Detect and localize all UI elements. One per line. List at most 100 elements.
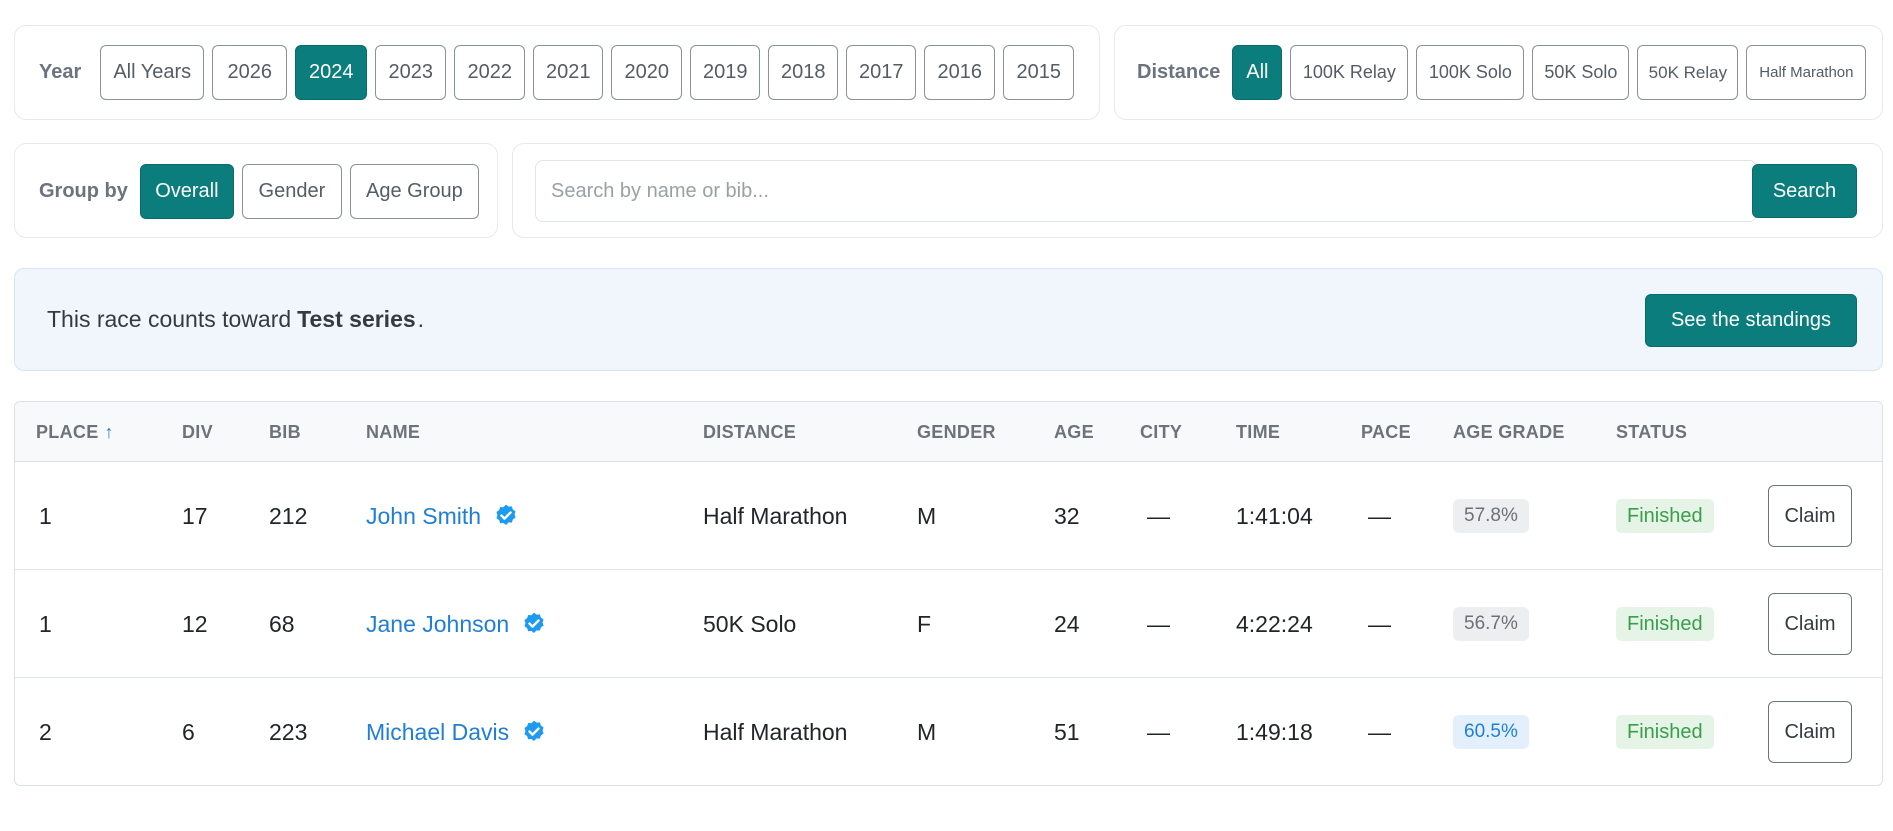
verified-badge-icon xyxy=(524,612,544,633)
cell-age-grade: 56.7% xyxy=(1453,570,1529,678)
cell-city: — xyxy=(1147,718,1170,745)
cell-bib: 68 xyxy=(269,610,295,637)
group-option-overall[interactable]: Overall xyxy=(139,164,234,219)
age-grade-badge: 56.7% xyxy=(1453,607,1529,641)
cell-action: Claim xyxy=(1768,462,1852,570)
table-row: 2 6 223 Michael Davis Half Marathon M 51… xyxy=(15,678,1882,785)
year-option-2019[interactable]: 2019 xyxy=(690,45,761,100)
year-option-2018[interactable]: 2018 xyxy=(768,45,839,100)
cell-city: — xyxy=(1147,502,1170,529)
column-header-age-grade[interactable]: AGE GRADE xyxy=(1453,402,1565,462)
year-option-all-years[interactable]: All Years xyxy=(100,45,205,100)
verified-badge-icon xyxy=(496,504,516,525)
claim-button[interactable]: Claim xyxy=(1768,701,1852,763)
column-header-div[interactable]: DIV xyxy=(182,402,213,462)
distance-option-100k-solo[interactable]: 100K Solo xyxy=(1416,45,1525,100)
distance-option-all[interactable]: All xyxy=(1232,45,1283,100)
year-option-2020[interactable]: 2020 xyxy=(611,45,683,100)
runner-name-link[interactable]: John Smith xyxy=(366,503,481,530)
cell-pace: — xyxy=(1368,502,1391,529)
column-header-pace[interactable]: PACE xyxy=(1361,402,1411,462)
distance-option-50k-relay[interactable]: 50K Relay xyxy=(1637,45,1739,100)
group-option-gender[interactable]: Gender xyxy=(241,164,342,219)
banner-text-before: This race counts toward xyxy=(47,306,292,332)
group-by-filter: Group by Overall Gender Age Group xyxy=(39,164,479,219)
banner-message: This race counts toward Test series . xyxy=(47,269,424,370)
distance-option-half-marathon[interactable]: Half Marathon xyxy=(1746,45,1867,100)
column-header-name[interactable]: NAME xyxy=(366,402,420,462)
cell-name: Michael Davis xyxy=(366,678,547,785)
cell-action: Claim xyxy=(1768,678,1852,785)
year-option-2017[interactable]: 2017 xyxy=(846,45,917,100)
age-grade-badge: 60.5% xyxy=(1453,715,1529,749)
cell-name: John Smith xyxy=(366,462,519,570)
cell-age-grade: 57.8% xyxy=(1453,462,1529,570)
year-option-2026[interactable]: 2026 xyxy=(212,45,288,100)
cell-distance: Half Marathon xyxy=(703,718,848,745)
arrow-up-icon: ↑ xyxy=(104,421,114,442)
column-header-place[interactable]: PLACE ↑ xyxy=(36,402,114,462)
cell-status: Finished xyxy=(1616,462,1714,570)
age-grade-badge: 57.8% xyxy=(1453,499,1529,533)
group-option-age-group[interactable]: Age Group xyxy=(349,164,479,219)
cell-time: 4:22:24 xyxy=(1236,610,1313,637)
cell-place: 2 xyxy=(39,718,52,745)
cell-status: Finished xyxy=(1616,570,1714,678)
column-header-age[interactable]: AGE xyxy=(1054,402,1094,462)
distance-option-100k-relay[interactable]: 100K Relay xyxy=(1290,45,1409,100)
cell-pace: — xyxy=(1368,610,1391,637)
cell-div: 6 xyxy=(182,718,195,745)
column-header-time[interactable]: TIME xyxy=(1236,402,1280,462)
series-banner: This race counts toward Test series . xyxy=(14,268,1883,371)
column-header-distance[interactable]: DISTANCE xyxy=(703,402,796,462)
group-by-label: Group by xyxy=(39,180,128,202)
year-option-2015[interactable]: 2015 xyxy=(1003,45,1075,100)
year-filter: Year All Years 2026 2024 2023 2022 2021 … xyxy=(39,45,1075,100)
see-standings-button[interactable]: See the standings xyxy=(1645,294,1857,347)
verified-badge-icon xyxy=(524,720,544,741)
column-header-bib[interactable]: BIB xyxy=(269,402,301,462)
column-header-gender[interactable]: GENDER xyxy=(917,402,996,462)
cell-age: 32 xyxy=(1054,502,1080,529)
column-header-status[interactable]: STATUS xyxy=(1616,402,1687,462)
cell-place: 1 xyxy=(39,610,52,637)
cell-time: 1:41:04 xyxy=(1236,502,1313,529)
cell-age: 24 xyxy=(1054,610,1080,637)
column-header-city[interactable]: CITY xyxy=(1140,402,1182,462)
cell-place: 1 xyxy=(39,502,52,529)
year-option-2023[interactable]: 2023 xyxy=(375,45,447,100)
distance-filter: Distance All 100K Relay 100K Solo 50K So… xyxy=(1137,45,1867,100)
cell-age-grade: 60.5% xyxy=(1453,678,1529,785)
status-badge: Finished xyxy=(1616,499,1714,533)
runner-name-link[interactable]: Michael Davis xyxy=(366,719,509,746)
cell-pace: — xyxy=(1368,718,1391,745)
distance-filter-label: Distance xyxy=(1137,61,1221,83)
year-option-2022[interactable]: 2022 xyxy=(454,45,526,100)
cell-div: 12 xyxy=(182,610,208,637)
cell-div: 17 xyxy=(182,502,208,529)
banner-series-name: Test series xyxy=(297,306,416,332)
year-option-2021[interactable]: 2021 xyxy=(533,45,604,100)
table-row: 1 12 68 Jane Johnson 50K Solo F 24 — 4:2… xyxy=(15,570,1882,678)
cell-gender: F xyxy=(917,610,932,637)
distance-option-50k-solo[interactable]: 50K Solo xyxy=(1532,45,1630,100)
cell-bib: 223 xyxy=(269,718,308,745)
year-option-2024[interactable]: 2024 xyxy=(295,45,368,100)
cell-gender: M xyxy=(917,718,937,745)
results-table: PLACE ↑ DIV BIB NAME DISTANCE GENDER AGE… xyxy=(14,401,1883,786)
runner-name-link[interactable]: Jane Johnson xyxy=(366,611,509,638)
search-button[interactable]: Search xyxy=(1752,164,1857,218)
year-filter-label: Year xyxy=(39,61,82,83)
search-input[interactable]: Search by name or bib... xyxy=(535,160,1757,222)
cell-gender: M xyxy=(917,502,937,529)
claim-button[interactable]: Claim xyxy=(1768,485,1852,547)
cell-bib: 212 xyxy=(269,502,308,529)
cell-time: 1:49:18 xyxy=(1236,718,1313,745)
banner-text-after: . xyxy=(417,306,425,332)
cell-status: Finished xyxy=(1616,678,1714,785)
table-row: 1 17 212 John Smith Half Marathon M 32 —… xyxy=(15,462,1882,570)
claim-button[interactable]: Claim xyxy=(1768,593,1852,655)
table-header: PLACE ↑ DIV BIB NAME DISTANCE GENDER AGE… xyxy=(15,402,1882,462)
cell-city: — xyxy=(1147,610,1170,637)
year-option-2016[interactable]: 2016 xyxy=(924,45,996,100)
